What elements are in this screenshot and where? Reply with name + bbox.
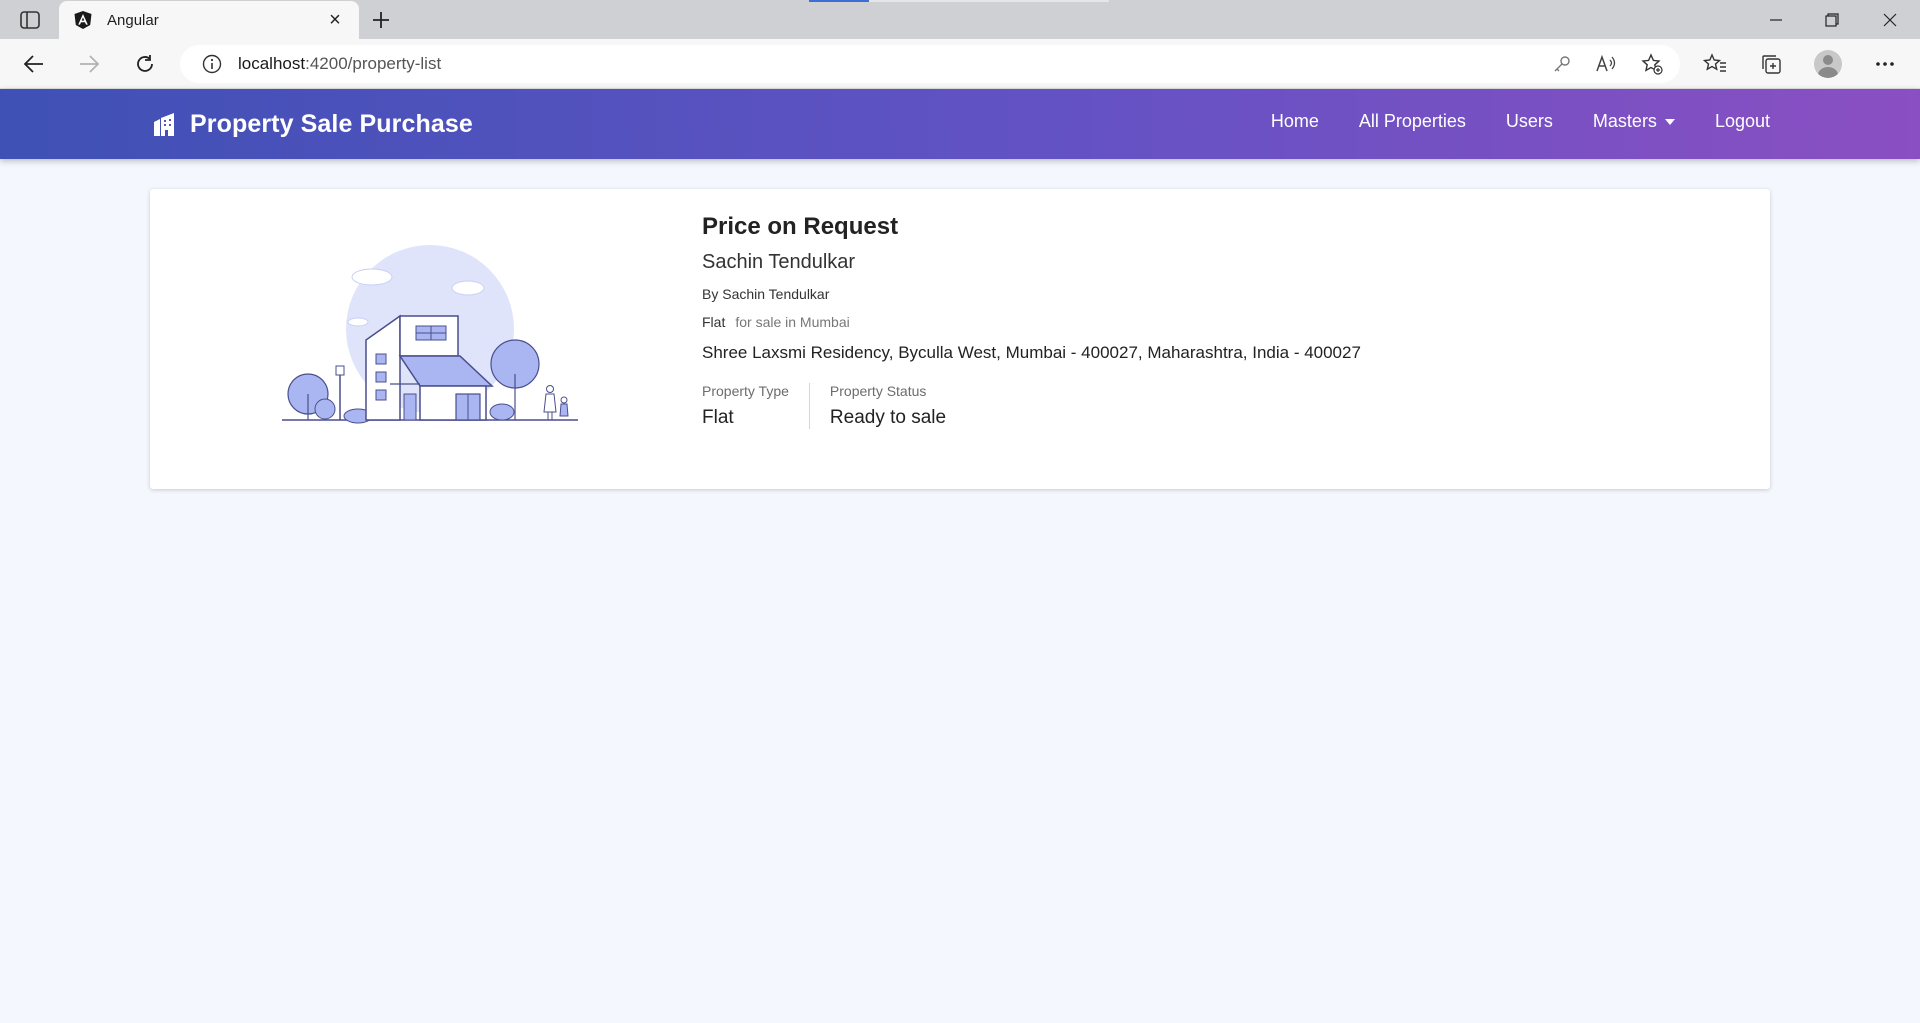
property-price: Price on Request [702,213,899,240]
property-status-label: Property Status [829,383,927,399]
address-bar[interactable]: localhost:4200/property-list [180,45,1680,83]
property-type-line: Flat for sale in Mumbai [702,314,1361,330]
tab-drag-indicator [809,0,1109,2]
property-type-value: Flat [702,407,734,428]
profile-avatar-icon[interactable] [1814,50,1842,78]
collections-icon[interactable] [1756,50,1786,78]
nav-home-link[interactable]: Home [1271,111,1319,132]
forward-icon[interactable] [71,47,107,81]
nav-links: Home All Properties Users Masters Logout [1231,111,1770,132]
property-for-sale-text: for sale in Mumbai [735,314,850,330]
restore-icon[interactable] [1804,0,1860,39]
nav-masters-dropdown[interactable]: Masters [1593,111,1675,132]
tab-close-icon[interactable]: × [323,8,347,32]
angular-icon [74,11,92,29]
brand-link[interactable]: Property Sale Purchase [150,107,473,141]
refresh-icon[interactable] [127,47,163,81]
building-icon [154,113,174,136]
close-window-icon[interactable] [1862,0,1918,39]
property-by-line: By Sachin Tendulkar [702,286,830,302]
app-navbar: Property Sale Purchase Home All Properti… [0,89,1920,159]
property-card[interactable]: Price on Request Sachin Tendulkar By Sac… [150,189,1770,489]
nav-users-link[interactable]: Users [1506,111,1553,132]
browser-tabstrip: Angular × [0,0,1920,39]
property-status-value: Ready to sale [829,407,947,428]
favorites-icon[interactable] [1700,50,1730,78]
property-meta: Property Type Flat Property Status Ready… [702,383,1361,429]
property-address: Shree Laxsmi Residency, Byculla West, Mu… [702,343,1361,362]
key-icon[interactable] [1550,53,1574,75]
brand-title: Property Sale Purchase [190,109,473,138]
property-status-block: Property Status Ready to sale [808,383,966,429]
caret-down-icon [1664,118,1675,125]
more-menu-icon[interactable] [1870,50,1900,78]
minimize-icon[interactable] [1748,0,1804,39]
tab-title: Angular [107,11,159,29]
new-tab-icon[interactable] [366,6,396,34]
browser-toolbar: localhost:4200/property-list [0,39,1920,89]
browser-tab-active[interactable]: Angular × [59,1,359,39]
back-icon[interactable] [16,47,52,81]
property-info: Price on Request Sachin Tendulkar By Sac… [702,213,1361,429]
nav-all-properties-link[interactable]: All Properties [1359,111,1466,132]
tab-actions-icon[interactable] [14,8,46,32]
add-favorite-icon[interactable] [1640,53,1664,75]
read-aloud-icon[interactable] [1594,53,1618,75]
property-type-label: Property Type [702,383,789,399]
url-text: localhost:4200/property-list [238,54,442,73]
property-type-text: Flat [702,314,726,330]
site-info-icon[interactable] [202,54,222,74]
property-type-block: Property Type Flat [702,383,809,429]
nav-masters-label: Masters [1592,111,1657,131]
nav-logout-link[interactable]: Logout [1715,111,1770,132]
house-illustration [282,245,578,424]
property-owner-name: Sachin Tendulkar [702,251,856,273]
